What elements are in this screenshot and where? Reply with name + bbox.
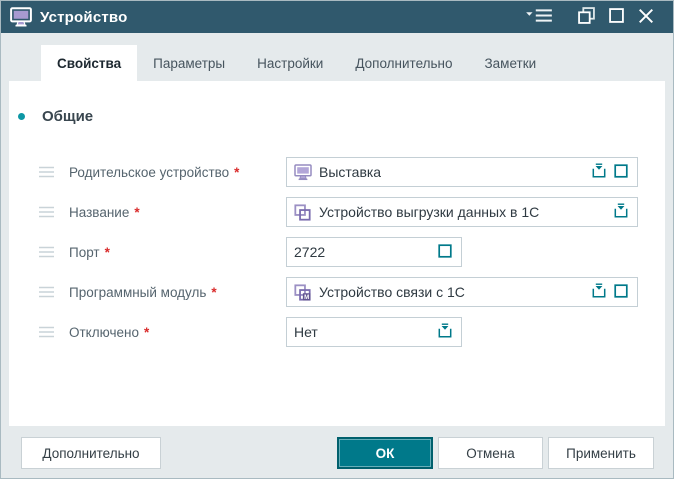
program-module-icon: M bbox=[294, 283, 312, 301]
field-label: Родительское устройство * bbox=[69, 164, 240, 180]
section-bullet-icon bbox=[18, 112, 25, 120]
tab-label: Дополнительно bbox=[355, 55, 453, 71]
field-label: Программный модуль * bbox=[69, 284, 217, 300]
drag-handle-icon[interactable] bbox=[39, 326, 55, 338]
parent-device-field[interactable]: Выставка bbox=[286, 157, 638, 187]
form-row-port: Порт * 2722 bbox=[9, 237, 665, 267]
open-icon bbox=[613, 163, 629, 182]
required-marker: * bbox=[104, 244, 110, 260]
restore-icon bbox=[577, 7, 595, 27]
choose-from-list-button[interactable] bbox=[610, 200, 632, 224]
required-marker: * bbox=[211, 284, 217, 300]
monitor-icon bbox=[294, 163, 312, 181]
drag-handle-icon[interactable] bbox=[39, 166, 55, 178]
drag-handle-icon[interactable] bbox=[39, 206, 55, 218]
form-row-name: Название * Устройство выгрузки данных в 1… bbox=[9, 197, 665, 227]
form-row-parent-device: Родительское устройство * Выставка bbox=[9, 157, 665, 187]
name-field[interactable]: Устройство выгрузки данных в 1С bbox=[286, 197, 638, 227]
tab-properties[interactable]: Свойства bbox=[41, 45, 138, 81]
monitor-icon bbox=[10, 7, 32, 27]
close-icon bbox=[638, 8, 654, 27]
properties-panel: Общие Родительское устройство* Выставка bbox=[9, 81, 665, 426]
tab-parameters[interactable]: Параметры bbox=[137, 45, 241, 81]
required-marker: * bbox=[143, 324, 150, 340]
tab-settings[interactable]: Настройки bbox=[241, 45, 339, 81]
parent-device-value: Выставка bbox=[319, 164, 382, 180]
apply-button[interactable]: Применить bbox=[548, 437, 654, 469]
form-row-program-module: Программный модуль * M Устройство связи с… bbox=[9, 277, 665, 307]
device-icon bbox=[294, 203, 312, 221]
tab-notes[interactable]: Заметки bbox=[469, 45, 553, 81]
open-icon bbox=[613, 283, 629, 302]
tab-label: Настройки bbox=[257, 55, 324, 71]
tab-label: Заметки bbox=[484, 55, 537, 71]
titlebar: Устройство bbox=[1, 1, 673, 33]
required-marker: * bbox=[234, 164, 240, 180]
program-module-field[interactable]: M Устройство связи с 1С bbox=[286, 277, 638, 307]
choose-from-list-button[interactable] bbox=[588, 160, 610, 184]
choose-icon bbox=[437, 323, 453, 342]
field-label: Отключено * bbox=[69, 324, 150, 340]
ok-button[interactable]: ОК bbox=[337, 437, 433, 469]
restore-window-button[interactable] bbox=[571, 4, 601, 30]
tab-label: Свойства bbox=[57, 55, 122, 71]
window-menu-button[interactable] bbox=[521, 4, 557, 30]
section-general: Общие bbox=[9, 107, 665, 125]
close-window-button[interactable] bbox=[631, 4, 661, 30]
drag-handle-icon[interactable] bbox=[39, 246, 55, 258]
section-title: Общие bbox=[42, 107, 94, 125]
form-row-disabled: Отключено * Нет bbox=[9, 317, 665, 347]
disabled-value: Нет bbox=[294, 324, 318, 340]
maximize-window-button[interactable] bbox=[601, 4, 631, 30]
tab-label: Параметры bbox=[153, 55, 226, 71]
device-dialog-window: Устройство Свойства Параметры Настройки … bbox=[0, 0, 674, 479]
tab-bar: Свойства Параметры Настройки Дополнитель… bbox=[1, 45, 673, 81]
choose-icon bbox=[591, 283, 607, 302]
open-icon bbox=[437, 243, 453, 262]
port-field[interactable]: 2722 bbox=[286, 237, 462, 267]
name-value: Устройство выгрузки данных в 1С bbox=[319, 204, 540, 220]
port-value: 2722 bbox=[294, 244, 326, 260]
open-button[interactable] bbox=[610, 280, 632, 304]
tab-additional[interactable]: Дополнительно bbox=[339, 45, 468, 81]
choose-from-list-button[interactable] bbox=[434, 320, 456, 344]
program-module-value: Устройство связи с 1С bbox=[319, 284, 465, 300]
maximize-icon bbox=[608, 8, 624, 26]
open-button[interactable] bbox=[434, 240, 456, 264]
additional-button[interactable]: Дополнительно bbox=[21, 437, 161, 469]
choose-from-list-button[interactable] bbox=[588, 280, 610, 304]
dialog-footer: Дополнительно ОК Отмена Применить bbox=[1, 426, 673, 478]
choose-icon bbox=[613, 203, 629, 222]
choose-icon bbox=[591, 163, 607, 182]
drag-handle-icon[interactable] bbox=[39, 286, 55, 298]
window-title: Устройство bbox=[40, 8, 128, 26]
field-label: Порт * bbox=[69, 244, 110, 260]
hamburger-menu-icon bbox=[526, 8, 552, 26]
cancel-button[interactable]: Отмена bbox=[438, 437, 543, 469]
svg-text:M: M bbox=[304, 294, 309, 301]
open-button[interactable] bbox=[610, 160, 632, 184]
required-marker: * bbox=[134, 204, 140, 220]
disabled-field[interactable]: Нет bbox=[286, 317, 462, 347]
field-label: Название * bbox=[69, 204, 140, 220]
